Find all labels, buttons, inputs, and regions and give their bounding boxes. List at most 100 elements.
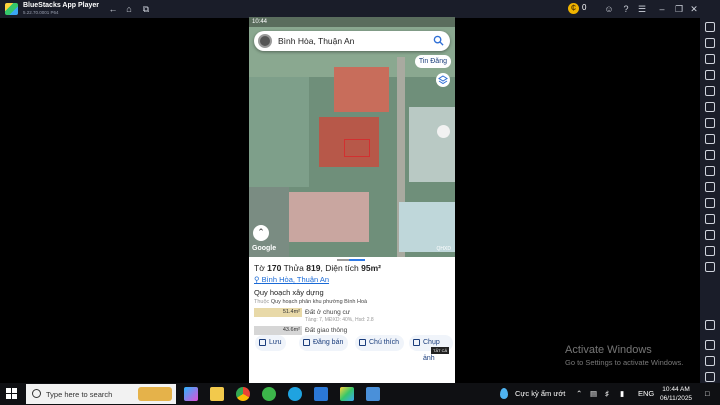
menu-icon[interactable]: ☰ (636, 3, 648, 15)
sheet-number: 170 (267, 263, 282, 273)
taskbar-search-input[interactable]: Type here to search (46, 390, 112, 399)
status-bar: 10:44 (249, 17, 455, 27)
bluestacks-logo-icon (5, 3, 18, 15)
bluestacks-sidebar (700, 0, 720, 383)
bluestacks-titlebar: BlueStacks App Player 5.22.70.0001 P64 ←… (0, 0, 700, 18)
camera-icon (413, 339, 420, 346)
keyboard-icon[interactable] (705, 70, 715, 80)
action-bar: Lưu Đăng bán Chú thích Chụp ảnh (253, 335, 453, 362)
coin-icon[interactable]: ₵ (568, 3, 579, 14)
note-button[interactable]: Chú thích (355, 335, 404, 351)
folder-icon[interactable] (705, 134, 715, 144)
record-icon[interactable] (705, 102, 715, 112)
pin-icon: ⚲ (254, 275, 260, 284)
macro-icon[interactable] (705, 150, 715, 160)
zone-label: Đất ở chung cư (305, 309, 351, 316)
bookmark-icon (259, 339, 266, 346)
minimize-icon[interactable]: – (656, 3, 668, 15)
window-title: BlueStacks App Player (23, 2, 99, 9)
android-recents-icon[interactable] (705, 372, 715, 382)
bluestacks-taskbar-icon[interactable] (340, 387, 354, 401)
tin-dang-label: Tin Đăng (418, 58, 447, 65)
notification-icon[interactable]: □ (705, 389, 710, 398)
file-explorer-icon[interactable] (210, 387, 224, 401)
all-tag[interactable]: TẤT CẢ (431, 347, 450, 354)
roof-cyan (399, 202, 455, 252)
shake-icon[interactable] (705, 166, 715, 176)
roof-pink (289, 192, 369, 242)
map-marker-handle[interactable] (437, 125, 450, 138)
activation-watermark: Activate Windows Go to Settings to activ… (565, 344, 684, 367)
weather-icon[interactable] (500, 388, 508, 399)
settings-icon[interactable] (705, 320, 715, 330)
expand-up-button[interactable]: ⌃ (253, 225, 269, 241)
planning-title: Quy hoạch xây dựng (254, 288, 324, 297)
windows-start-icon[interactable] (6, 388, 18, 400)
close-icon[interactable]: ✕ (688, 3, 700, 15)
android-home-icon[interactable] (705, 356, 715, 366)
rotate-icon[interactable] (705, 182, 715, 192)
network-icon[interactable]: ▤ (590, 389, 597, 398)
parcel-address[interactable]: ⚲ Bình Hòa, Thuận An (254, 275, 452, 284)
back-icon[interactable]: ← (107, 3, 119, 15)
copilot-icon[interactable] (184, 387, 198, 401)
post-icon (303, 339, 310, 346)
volume-icon[interactable] (705, 54, 715, 64)
taskbar-clock[interactable]: 10:44 AM 06/11/2025 (660, 385, 692, 403)
tray-chevron-icon[interactable]: ⌃ (576, 389, 582, 398)
fullscreen-icon[interactable] (705, 38, 715, 48)
zone-area-bar: 43.6m² (254, 326, 302, 335)
tin-dang-button[interactable]: Tin Đăng (414, 55, 451, 68)
android-back-icon[interactable] (705, 340, 715, 350)
search-input[interactable]: Bình Hòa, Thuận An (278, 36, 354, 46)
coin-count: 0 (582, 3, 587, 12)
google-logo: Google (252, 245, 277, 252)
zone-row[interactable]: 51.4m² Đất ở chung cư (254, 308, 452, 318)
roof-grey-1 (409, 107, 455, 182)
post-for-sale-button[interactable]: Đăng bán (299, 335, 349, 351)
search-highlight-image (138, 387, 172, 401)
more-icon[interactable] (705, 262, 715, 272)
language-indicator[interactable]: ENG (638, 389, 654, 398)
eco-mode-icon[interactable] (705, 214, 715, 224)
speaker-icon[interactable]: ♯ (605, 389, 609, 398)
save-button[interactable]: Lưu (255, 335, 287, 351)
satellite-map[interactable] (249, 17, 455, 257)
zone-label: Đất giao thông (305, 327, 348, 334)
zone-area-bar: 51.4m² (254, 308, 302, 317)
multi-instance-sidebar-icon[interactable] (705, 230, 715, 240)
home-icon[interactable]: ⌂ (123, 3, 135, 15)
battery-icon[interactable]: ▮ (620, 389, 624, 398)
calculator-icon[interactable] (366, 387, 380, 401)
parcel-area: 95m² (361, 263, 381, 273)
taskbar: Type here to search Cực kỳ ẩm ướt ⌃ ▤ ♯ … (0, 383, 720, 405)
planning-source: Thuộc Quy hoạch phân khu phường Bình Hoà (254, 299, 368, 305)
search-bar[interactable]: Bình Hòa, Thuận An (254, 31, 450, 51)
avatar[interactable] (258, 34, 272, 48)
sync-icon[interactable] (705, 246, 715, 256)
restore-icon[interactable]: ❐ (673, 3, 685, 15)
note-icon (359, 339, 366, 346)
phone-screen: 10:44 Bình Hòa, Thuận An Tin Đăng ⌃ Goog… (249, 17, 455, 383)
expand-icon[interactable] (705, 22, 715, 32)
sheet-handle-left (337, 259, 349, 261)
taskbar-search[interactable]: Type here to search (26, 384, 176, 404)
layers-button[interactable] (436, 73, 450, 87)
install-apk-icon[interactable] (705, 118, 715, 128)
parcel-number: 819 (306, 263, 321, 273)
zalo-icon[interactable] (288, 387, 302, 401)
mail-icon[interactable] (314, 387, 328, 401)
layers-icon (438, 75, 448, 85)
multi-instance-icon[interactable]: ⧉ (140, 3, 152, 15)
selected-parcel-outline[interactable] (344, 139, 370, 157)
parcel-summary: Tờ 170 Thửa 819, Diện tích 95m² (254, 263, 381, 273)
screenshot-icon[interactable] (705, 86, 715, 96)
account-icon[interactable]: ☺ (603, 3, 615, 15)
qhxd-label: QHXD (436, 246, 451, 252)
weather-text[interactable]: Cực kỳ ẩm ướt (515, 389, 565, 398)
app-green-icon[interactable] (262, 387, 276, 401)
help-icon[interactable]: ? (620, 3, 632, 15)
location-icon[interactable] (705, 198, 715, 208)
chrome-icon[interactable] (236, 387, 250, 401)
search-icon[interactable] (433, 35, 444, 46)
